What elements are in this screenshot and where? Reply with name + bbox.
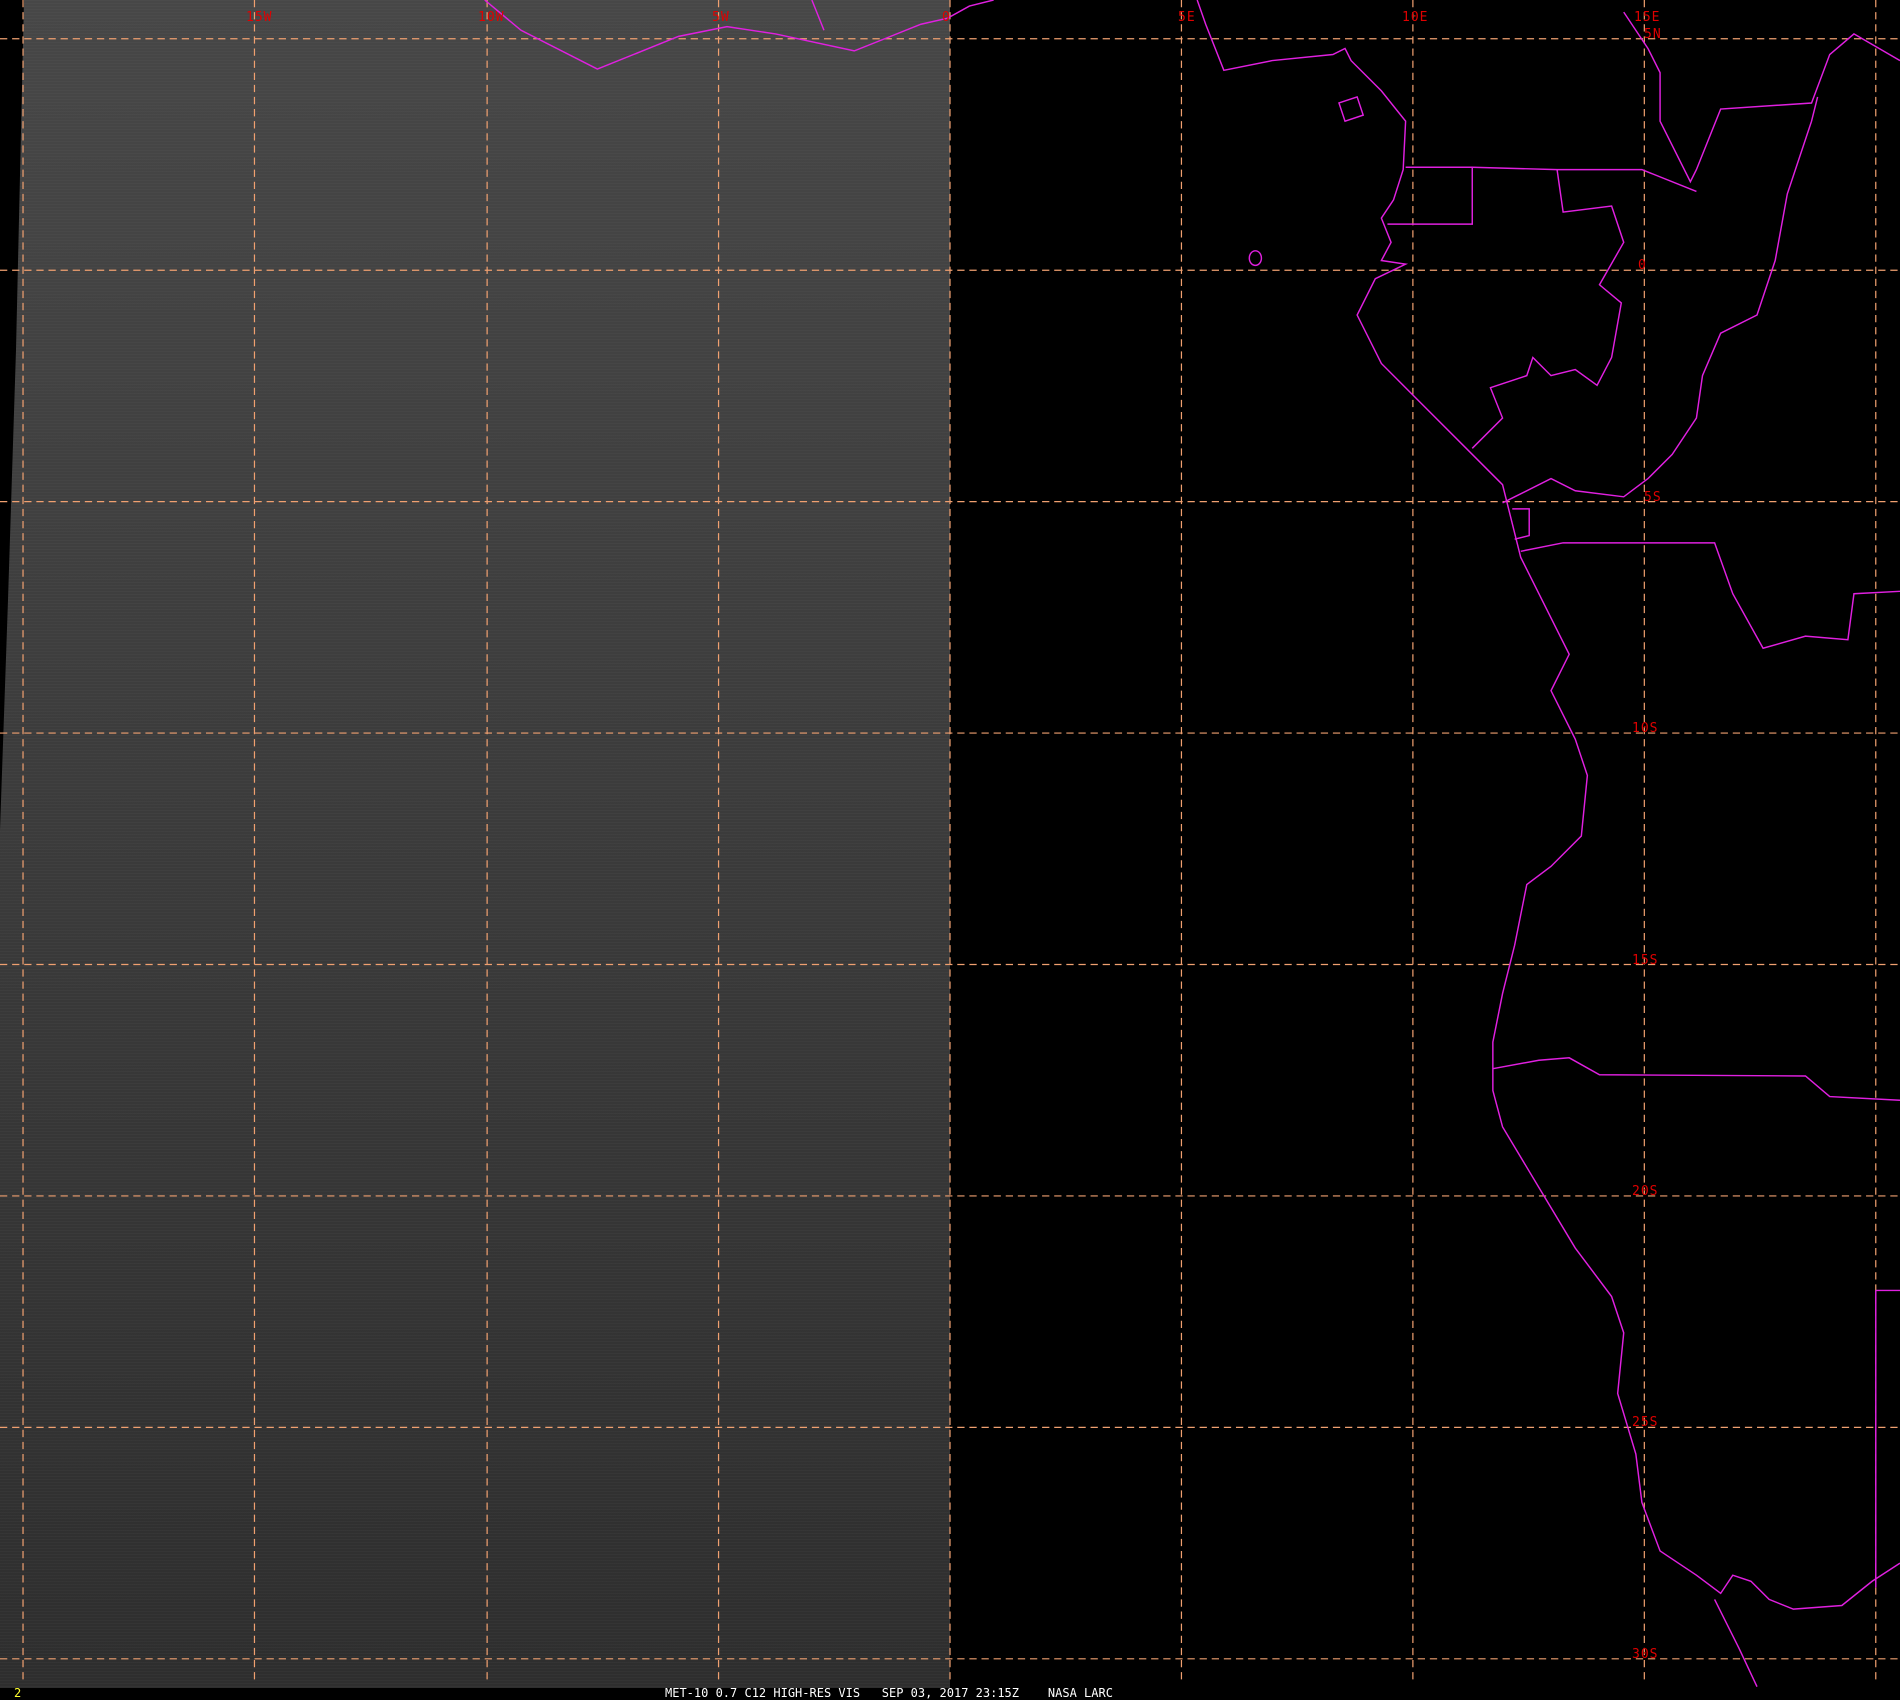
lon-label-5w: 5W: [712, 10, 730, 25]
border: [1502, 96, 1819, 504]
coastlines: [484, 0, 1900, 1687]
lat-label-5n: 5N: [1644, 27, 1662, 42]
image-caption: MET-10 0.7 C12 HIGH-RES VIS SEP 03, 2017…: [665, 1686, 1113, 1700]
frame-number: 2: [14, 1686, 22, 1700]
lon-label-5e: 5E: [1178, 10, 1196, 25]
lat-label-30s: 30S: [1632, 1647, 1659, 1662]
lat-label-10s: 10S: [1632, 721, 1659, 736]
border: [1520, 542, 1900, 650]
lon-label-15w: 15W: [246, 10, 273, 25]
lat-label-5s: 5S: [1644, 490, 1662, 505]
border: [1471, 169, 1625, 449]
lat-label-20s: 20S: [1632, 1184, 1659, 1199]
border: [1472, 166, 1697, 193]
bioko-island: [1338, 96, 1365, 123]
satellite-map: 15W 10W 5W 0 5E 10E 15E 5N 0 5S 10S 15S …: [0, 0, 1900, 1700]
central-africa-coast: [1196, 0, 1900, 1610]
lon-label-0: 0: [942, 10, 951, 25]
border: [1713, 1599, 1758, 1687]
lat-label-0: 0: [1638, 258, 1647, 273]
sao-tome-island: [1248, 250, 1263, 267]
west-africa-coast: [484, 0, 994, 70]
border: [1387, 166, 1473, 225]
lon-label-10e: 10E: [1402, 10, 1429, 25]
lon-label-10w: 10W: [478, 10, 505, 25]
lat-label-25s: 25S: [1632, 1415, 1659, 1430]
border: [1492, 1057, 1900, 1101]
border: [1623, 11, 1900, 184]
lat-label-15s: 15S: [1632, 953, 1659, 968]
border: [811, 0, 825, 31]
lon-label-15e: 15E: [1634, 10, 1661, 25]
